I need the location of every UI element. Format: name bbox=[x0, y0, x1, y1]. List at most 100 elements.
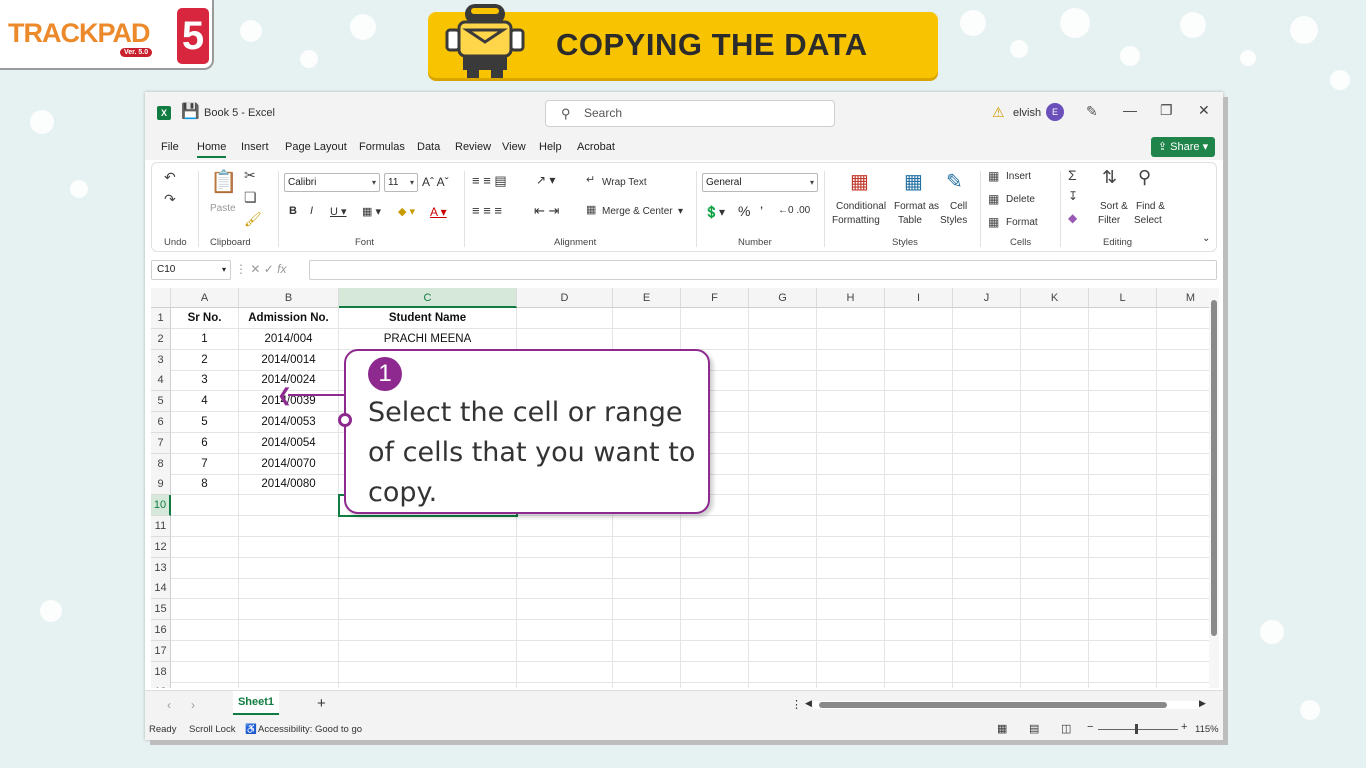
grid-cell[interactable] bbox=[1021, 557, 1089, 579]
grid-cell[interactable] bbox=[885, 349, 953, 371]
row-header[interactable]: 17 bbox=[151, 640, 171, 662]
grid-cell[interactable] bbox=[749, 495, 817, 517]
grid-cell[interactable] bbox=[239, 682, 339, 688]
row-header[interactable]: 4 bbox=[151, 370, 171, 392]
tab-page-layout[interactable]: Page Layout bbox=[285, 141, 347, 153]
grid-cell[interactable] bbox=[953, 349, 1021, 371]
pen-icon[interactable]: ✎ bbox=[1086, 103, 1098, 120]
tab-insert[interactable]: Insert bbox=[241, 141, 269, 153]
warning-icon[interactable]: ⚠ bbox=[992, 104, 1005, 121]
number-format-select[interactable]: General ▾ bbox=[702, 173, 818, 192]
column-header[interactable]: F bbox=[681, 288, 749, 308]
row-header[interactable]: 19 bbox=[151, 682, 171, 688]
grid-cell[interactable] bbox=[1089, 495, 1157, 517]
format-painter-icon[interactable]: 🖌 bbox=[244, 211, 262, 228]
grid-cell[interactable] bbox=[1089, 453, 1157, 475]
grid-cell[interactable] bbox=[1157, 578, 1211, 600]
grid-cell[interactable] bbox=[517, 640, 613, 662]
grid-cell[interactable] bbox=[885, 620, 953, 641]
grid-cell[interactable]: 2014/0014 bbox=[239, 349, 339, 371]
grid-cell[interactable] bbox=[239, 536, 339, 558]
grid-cell[interactable] bbox=[817, 370, 885, 392]
grid-cell[interactable] bbox=[817, 620, 885, 641]
sort-filter-icon[interactable]: ⇅ bbox=[1102, 167, 1117, 188]
grid-cell[interactable] bbox=[1089, 599, 1157, 621]
italic-icon[interactable]: I bbox=[310, 205, 313, 217]
indent-icon[interactable]: ⇤ ⇥ bbox=[534, 203, 559, 219]
grid-cell[interactable] bbox=[1021, 536, 1089, 558]
column-header[interactable]: D bbox=[517, 288, 613, 308]
grid-cell[interactable]: Sr No. bbox=[171, 308, 239, 329]
tab-view[interactable]: View bbox=[502, 141, 526, 153]
delete-cells-icon[interactable]: ▦ bbox=[988, 192, 999, 206]
wrap-text-button[interactable]: Wrap Text bbox=[602, 177, 647, 188]
grid-cell[interactable] bbox=[1089, 432, 1157, 454]
grid-cell[interactable] bbox=[613, 640, 681, 662]
grid-cell[interactable] bbox=[613, 599, 681, 621]
grid-cell[interactable] bbox=[1157, 474, 1211, 496]
grid-cell[interactable] bbox=[1089, 682, 1157, 688]
grid-cell[interactable] bbox=[239, 557, 339, 579]
grid-cell[interactable] bbox=[953, 640, 1021, 662]
grid-cell[interactable] bbox=[1157, 329, 1211, 350]
grid-cell[interactable] bbox=[1021, 412, 1089, 433]
grid-cell[interactable] bbox=[517, 682, 613, 688]
grid-cell[interactable] bbox=[1021, 620, 1089, 641]
grid-cell[interactable] bbox=[1157, 495, 1211, 517]
row-header[interactable]: 3 bbox=[151, 349, 171, 371]
row-header[interactable]: 18 bbox=[151, 661, 171, 683]
grid-cell[interactable] bbox=[239, 620, 339, 641]
sheet-nav-right-icon[interactable]: › bbox=[191, 698, 195, 712]
grid-cell[interactable] bbox=[339, 536, 517, 558]
grid-cell[interactable] bbox=[885, 432, 953, 454]
format-as-table-label-2[interactable]: Table bbox=[898, 215, 922, 226]
grid-cell[interactable] bbox=[885, 370, 953, 392]
format-cells-button[interactable]: Format bbox=[1006, 217, 1038, 228]
grid-cell[interactable] bbox=[613, 661, 681, 683]
restore-icon[interactable]: ❐ bbox=[1160, 102, 1173, 119]
grid-cell[interactable] bbox=[749, 599, 817, 621]
grid-cell[interactable] bbox=[1157, 350, 1211, 371]
grid-cell[interactable] bbox=[885, 578, 953, 600]
grid-cell[interactable] bbox=[171, 661, 239, 683]
grid-cell[interactable] bbox=[817, 599, 885, 621]
redo-icon[interactable]: ↷ bbox=[164, 191, 176, 208]
grid-cell[interactable] bbox=[613, 620, 681, 641]
zoom-in-icon[interactable]: + bbox=[1181, 721, 1187, 733]
tab-help[interactable]: Help bbox=[539, 141, 562, 153]
grid-cell[interactable] bbox=[1157, 662, 1211, 683]
grid-cell[interactable] bbox=[1157, 516, 1211, 537]
grid-cell[interactable] bbox=[517, 620, 613, 641]
grid-cell[interactable] bbox=[1021, 578, 1089, 600]
grid-cell[interactable] bbox=[1089, 349, 1157, 371]
grid-cell[interactable] bbox=[239, 661, 339, 683]
grid-cell[interactable] bbox=[681, 599, 749, 621]
grid-cell[interactable] bbox=[517, 328, 613, 350]
grid-cell[interactable] bbox=[885, 682, 953, 688]
merge-center-button[interactable]: Merge & Center bbox=[602, 206, 673, 217]
row-header[interactable]: 16 bbox=[151, 620, 171, 641]
format-as-table-icon[interactable]: ▦ bbox=[904, 169, 923, 194]
conditional-formatting-icon[interactable]: ▦ bbox=[850, 169, 869, 194]
grid-cell[interactable] bbox=[171, 557, 239, 579]
cut-icon[interactable]: ✂ bbox=[244, 167, 256, 184]
sort-filter-label-2[interactable]: Filter bbox=[1098, 215, 1120, 226]
row-header[interactable]: 9 bbox=[151, 474, 171, 496]
grid-cell[interactable] bbox=[517, 516, 613, 537]
grid-cell[interactable]: 2014/0053 bbox=[239, 412, 339, 433]
share-button[interactable]: ⇪ Share ▾ bbox=[1151, 137, 1215, 157]
accessibility-icon[interactable]: ♿ bbox=[245, 724, 257, 735]
grid-cell[interactable] bbox=[1089, 328, 1157, 350]
align-top-icon[interactable]: ≡ ≡ ▤ bbox=[472, 173, 507, 189]
grid-cell[interactable] bbox=[817, 516, 885, 537]
column-header[interactable]: L bbox=[1089, 288, 1157, 308]
insert-cells-button[interactable]: Insert bbox=[1006, 171, 1031, 182]
grid-cell[interactable] bbox=[1089, 661, 1157, 683]
grid-cell[interactable] bbox=[1157, 620, 1211, 641]
grid-cell[interactable]: 5 bbox=[171, 412, 239, 433]
grid-cell[interactable] bbox=[681, 328, 749, 350]
delete-cells-button[interactable]: Delete bbox=[1006, 194, 1035, 205]
underline-icon[interactable]: U ▾ bbox=[330, 205, 347, 218]
grid-cell[interactable]: 2014/0054 bbox=[239, 432, 339, 454]
grid-cell[interactable] bbox=[817, 474, 885, 496]
